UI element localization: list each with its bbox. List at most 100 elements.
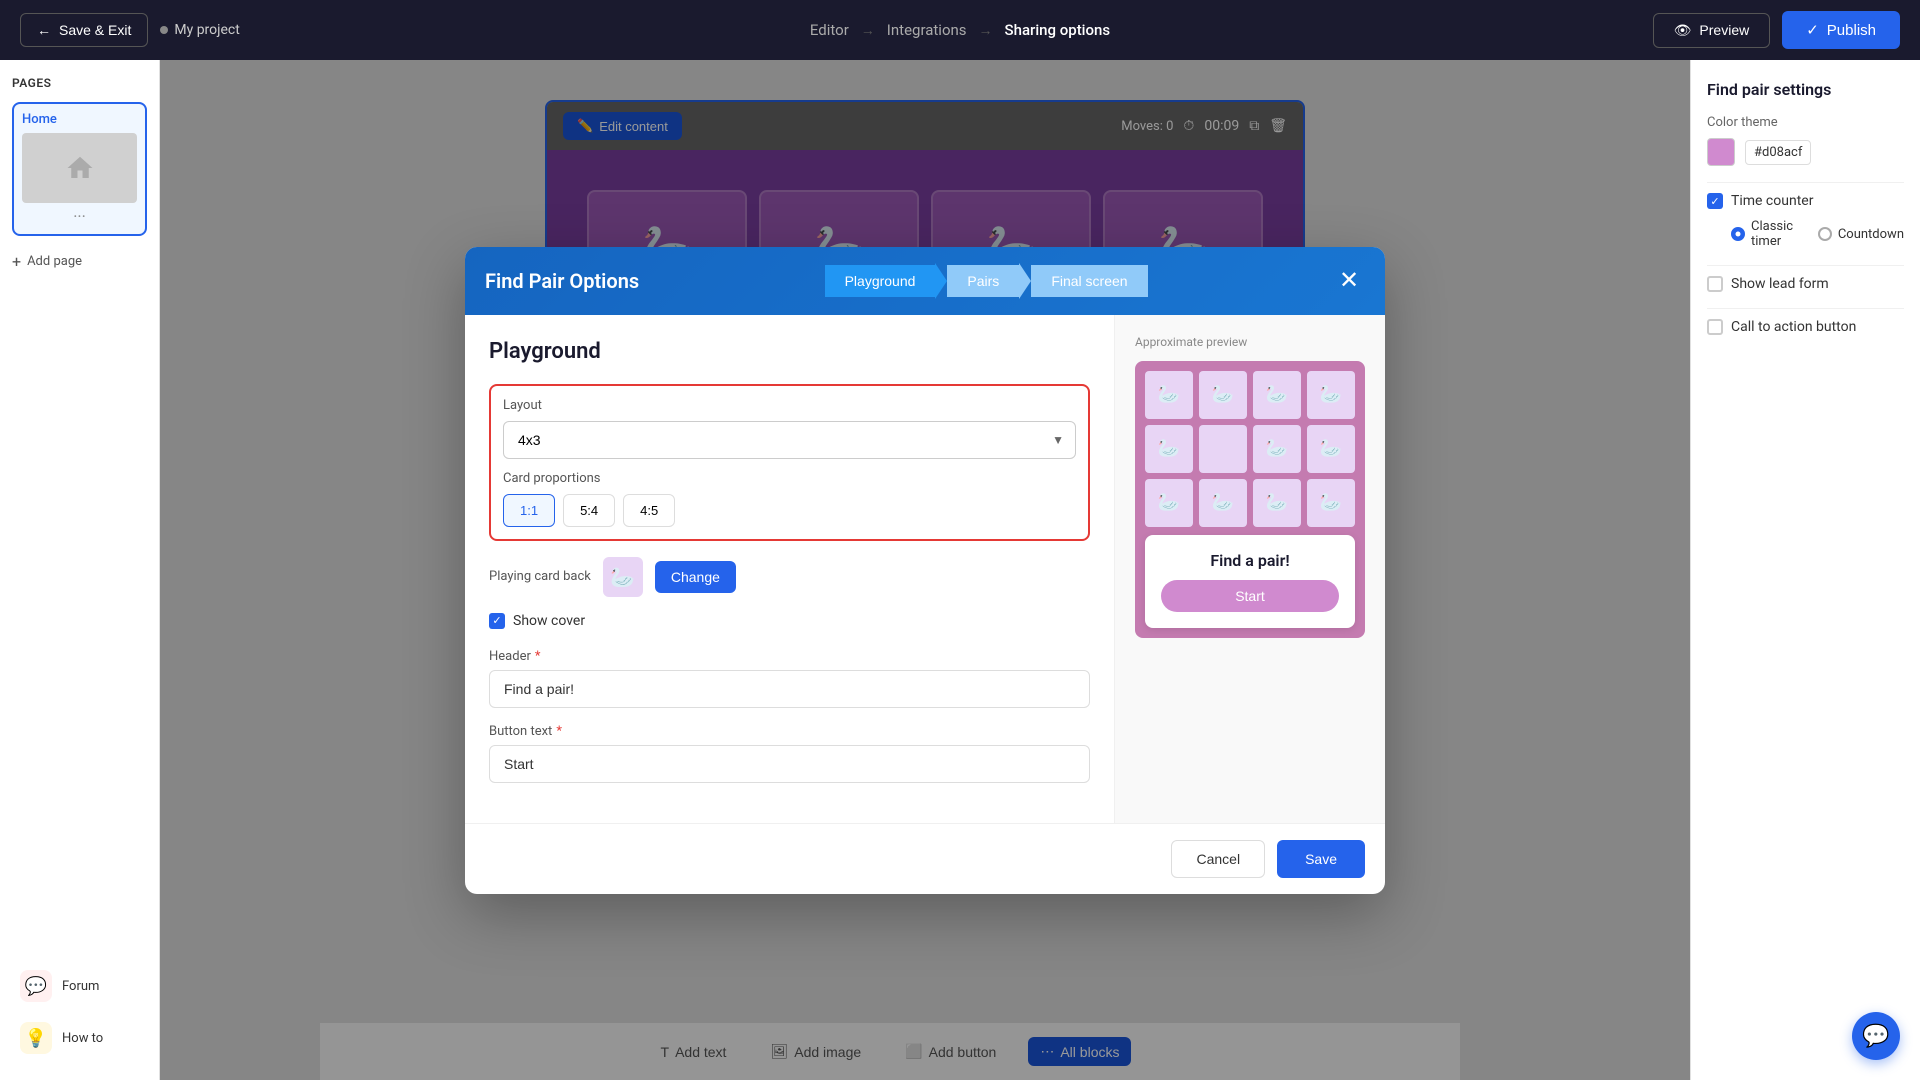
proportion-buttons: 1:1 5:4 4:5: [503, 494, 1076, 527]
sharing-options-nav-link[interactable]: Sharing options: [1005, 21, 1111, 39]
countdown-radio[interactable]: [1818, 227, 1832, 241]
time-counter-section: Time counter Classic timer Countdown: [1707, 193, 1904, 249]
modal-header: Find Pair Options Playground Pairs Final…: [465, 247, 1385, 315]
integrations-nav-link[interactable]: Integrations: [887, 21, 967, 39]
eye-icon: 👁: [1674, 22, 1692, 39]
step-final-screen-button[interactable]: Final screen: [1031, 265, 1147, 297]
add-page-button[interactable]: + Add page: [12, 248, 147, 275]
find-pair-options-modal: Find Pair Options Playground Pairs Final…: [465, 247, 1385, 894]
show-lead-form-row: Show lead form: [1707, 276, 1904, 292]
cta-label: Call to action button: [1731, 319, 1856, 335]
sidebar-title: Pages: [12, 76, 147, 90]
countdown-radio-row: Countdown: [1818, 227, 1904, 242]
cta-checkbox[interactable]: [1707, 319, 1723, 335]
save-button[interactable]: Save: [1277, 840, 1365, 878]
playground-section-title: Playground: [489, 339, 1090, 364]
right-settings-panel: Find pair settings Color theme #d08acf T…: [1690, 60, 1920, 1080]
home-page-thumbnail: [22, 133, 137, 203]
project-name: My project: [160, 22, 239, 38]
forum-tool-item[interactable]: 💬 Forum: [12, 960, 147, 1012]
sidebar-page-home[interactable]: Home ···: [12, 102, 147, 236]
header-form-group: Header *: [489, 649, 1090, 708]
button-text-input[interactable]: [489, 745, 1090, 783]
preview-card-5: 🦢: [1145, 425, 1193, 473]
page-options-dots: ···: [22, 207, 137, 226]
classic-timer-radio[interactable]: [1731, 227, 1745, 241]
playing-card-label: Playing card back: [489, 569, 591, 584]
time-counter-checkbox[interactable]: [1707, 193, 1723, 209]
step-arrow-1: [935, 263, 947, 299]
proportion-1-1-button[interactable]: 1:1: [503, 494, 555, 527]
layout-select[interactable]: 4x3 2x2 3x2 4x4 5x4 6x5: [503, 421, 1076, 459]
arrow-icon-1: →: [861, 22, 875, 39]
color-swatch[interactable]: [1707, 138, 1735, 166]
preview-start-button[interactable]: Start: [1161, 580, 1339, 612]
countdown-label: Countdown: [1838, 227, 1904, 242]
cancel-button[interactable]: Cancel: [1171, 840, 1265, 878]
modal-steps: Playground Pairs Final screen: [825, 263, 1148, 299]
pages-sidebar: Pages Home ··· + Add page 💬 Forum: [0, 60, 160, 1080]
show-cover-label: Show cover: [513, 613, 585, 629]
right-panel-title: Find pair settings: [1707, 80, 1904, 99]
preview-card-7: 🦢: [1253, 425, 1301, 473]
arrow-icon-2: →: [979, 22, 993, 39]
top-navigation: ← Save & Exit My project Editor → Integr…: [0, 0, 1920, 60]
modal-overlay: Find Pair Options Playground Pairs Final…: [160, 60, 1690, 1080]
color-theme-label: Color theme: [1707, 115, 1904, 130]
forum-icon: 💬: [20, 970, 52, 1002]
preview-card-6: [1199, 425, 1247, 473]
color-hex-value[interactable]: #d08acf: [1745, 140, 1811, 165]
howto-tool-item[interactable]: 💡 How to: [12, 1012, 147, 1064]
card-proportions-label: Card proportions: [503, 471, 1076, 486]
howto-label: How to: [62, 1031, 103, 1046]
plus-icon: +: [12, 252, 21, 271]
header-input[interactable]: [489, 670, 1090, 708]
modal-left-panel: Playground Layout 4x3 2x2 3x2 4x4 5x4: [465, 315, 1115, 823]
modal-footer: Cancel Save: [465, 823, 1385, 894]
cta-section: Call to action button: [1707, 319, 1904, 335]
proportion-5-4-button[interactable]: 5:4: [563, 494, 615, 527]
publish-button[interactable]: ✓ Publish: [1782, 11, 1900, 49]
card-preview: 🦢: [603, 557, 643, 597]
preview-card-12: 🦢: [1307, 479, 1355, 527]
preview-overlay: Find a pair! Start: [1145, 535, 1355, 628]
nav-breadcrumb: Editor → Integrations → Sharing options: [810, 21, 1110, 39]
chat-icon: 💬: [1862, 1024, 1889, 1049]
nav-right: 👁 Preview ✓ Publish: [1653, 11, 1900, 49]
preview-card-9: 🦢: [1145, 479, 1193, 527]
forum-label: Forum: [62, 979, 99, 994]
chat-widget[interactable]: 💬: [1852, 1012, 1900, 1060]
dot-icon: [160, 26, 168, 34]
classic-timer-label: Classic timer: [1751, 219, 1802, 249]
header-required-marker: *: [535, 649, 541, 664]
show-lead-form-section: Show lead form: [1707, 276, 1904, 292]
divider-1: [1707, 182, 1904, 183]
button-text-label: Button text *: [489, 724, 1090, 739]
proportion-4-5-button[interactable]: 4:5: [623, 494, 675, 527]
layout-box: Layout 4x3 2x2 3x2 4x4 5x4 6x5: [489, 384, 1090, 541]
main-layout: Pages Home ··· + Add page 💬 Forum: [0, 60, 1920, 1080]
step-pairs-button[interactable]: Pairs: [947, 265, 1019, 297]
color-row: #d08acf: [1707, 138, 1904, 166]
preview-button[interactable]: 👁 Preview: [1653, 13, 1771, 48]
show-lead-form-label: Show lead form: [1731, 276, 1829, 292]
content-area: ✏️ Edit content Moves: 0 ⏱ 00:09 ⧉ 🗑: [160, 60, 1690, 1080]
preview-card-4: 🦢: [1307, 371, 1355, 419]
preview-card-3: 🦢: [1253, 371, 1301, 419]
preview-card-8: 🦢: [1307, 425, 1355, 473]
header-label: Header *: [489, 649, 1090, 664]
step-playground-button[interactable]: Playground: [825, 265, 936, 297]
modal-close-button[interactable]: ✕: [1333, 265, 1365, 297]
change-button[interactable]: Change: [655, 561, 736, 593]
timer-type-radio-group: Classic timer Countdown: [1731, 219, 1904, 249]
preview-label: Approximate preview: [1135, 335, 1365, 349]
editor-nav-link[interactable]: Editor: [810, 21, 849, 39]
modal-right-panel: Approximate preview 🦢 🦢 🦢 🦢 🦢 🦢 🦢: [1115, 315, 1385, 823]
layout-label: Layout: [503, 398, 1076, 413]
time-counter-row: Time counter: [1707, 193, 1904, 209]
color-theme-section: Color theme #d08acf: [1707, 115, 1904, 166]
save-exit-button[interactable]: ← Save & Exit: [20, 13, 148, 47]
preview-card-10: 🦢: [1199, 479, 1247, 527]
show-cover-checkbox[interactable]: [489, 613, 505, 629]
show-lead-form-checkbox[interactable]: [1707, 276, 1723, 292]
